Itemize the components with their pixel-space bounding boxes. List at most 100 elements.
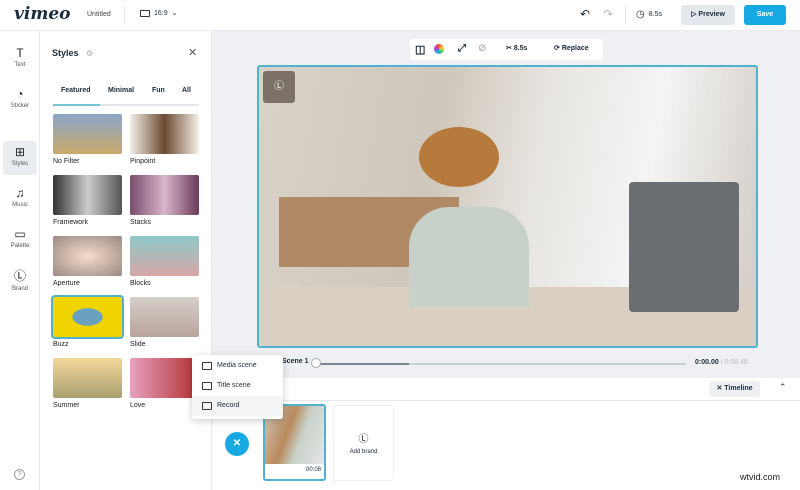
rail-item-text[interactable]: TText — [0, 46, 40, 68]
duration-button[interactable]: ◷ 8.5s — [636, 9, 662, 20]
undo-icon[interactable]: ↶ — [580, 7, 590, 21]
sticker-icon: ◔ — [0, 87, 40, 101]
divider — [124, 6, 125, 24]
title-scene-icon — [202, 382, 212, 390]
scrubber-progress — [316, 363, 409, 365]
tab-indicator — [53, 104, 100, 106]
project-title[interactable]: Untitled — [87, 11, 111, 18]
menu-label: Title scene — [217, 382, 251, 389]
camera-icon — [202, 402, 212, 410]
aspect-ratio-select[interactable]: 16:9 ⌄ — [140, 9, 178, 17]
vimeo-logo[interactable]: vimeo — [14, 4, 70, 24]
rail-label: Palette — [11, 243, 30, 249]
save-button[interactable]: Save — [744, 5, 786, 25]
style-label: Framework — [53, 219, 88, 226]
close-icon[interactable]: ✕ — [188, 46, 197, 59]
menu-item-media-scene[interactable]: Media scene — [192, 356, 283, 376]
style-thumbnail[interactable] — [130, 175, 199, 215]
info-icon[interactable]: ⚙ — [86, 49, 93, 58]
hair-shape — [419, 127, 499, 187]
aspect-value: 16:9 — [154, 10, 168, 17]
menu-label: Media scene — [217, 362, 257, 369]
duration-value: 8.5s — [649, 11, 662, 18]
tab-all[interactable]: All — [182, 87, 191, 94]
style-thumbnail[interactable] — [53, 358, 122, 398]
watermark: wtvid.com — [740, 472, 780, 482]
rail-label: Sticker — [11, 103, 29, 109]
rail-item-styles[interactable]: ⊞ Styles — [3, 141, 37, 175]
replace-label: Replace — [562, 45, 589, 52]
expand-icon[interactable]: ⤢ — [458, 43, 466, 54]
layout-icon[interactable]: ◫ — [415, 43, 425, 56]
tab-minimal[interactable]: Minimal — [108, 87, 134, 94]
rail-item-brand[interactable]: Ⓛ Brand — [0, 267, 40, 292]
tab-fun[interactable]: Fun — [152, 87, 165, 94]
clip-duration: 00:08 — [265, 464, 324, 473]
close-add-menu-button[interactable]: ✕ — [225, 432, 249, 456]
add-brand-card[interactable]: Ⓛ Add brand — [333, 405, 394, 481]
preview-button[interactable]: ▷ Preview — [681, 5, 735, 25]
style-label: Love — [130, 402, 145, 409]
help-icon[interactable]: ? — [14, 469, 25, 480]
brand-icon: Ⓛ — [0, 267, 40, 284]
mute-icon[interactable]: ⊘ — [478, 43, 486, 54]
divider — [212, 400, 800, 401]
palette-icon: ▭ — [0, 227, 40, 241]
add-brand-label: Add brand — [334, 449, 393, 455]
style-thumbnail[interactable] — [53, 114, 122, 154]
tab-featured[interactable]: Featured — [61, 87, 91, 94]
preview-label: Preview — [698, 11, 724, 18]
rail-item-palette[interactable]: ▭ Palette — [0, 227, 40, 249]
style-thumbnail[interactable] — [130, 236, 199, 276]
style-thumbnail[interactable] — [130, 358, 199, 398]
style-label: Pinpoint — [130, 158, 155, 165]
style-label: Summer — [53, 402, 79, 409]
style-thumbnail[interactable] — [53, 297, 122, 337]
rail-item-sticker[interactable]: ◔ Sticker — [0, 87, 40, 109]
brand-icon: Ⓛ — [334, 430, 393, 445]
rail-label: Styles — [12, 161, 28, 167]
rail-label: Brand — [12, 286, 28, 292]
music-icon: ♫ — [0, 186, 40, 200]
trim-button[interactable]: ✂ 8.5s — [506, 44, 527, 52]
replace-button[interactable]: ⟳ Replace — [554, 44, 589, 52]
style-thumbnail[interactable] — [53, 236, 122, 276]
style-label: Blocks — [130, 280, 151, 287]
refresh-icon: ⟳ — [554, 45, 562, 52]
scissors-icon: ✂ — [506, 45, 514, 52]
timeline-toggle-button[interactable]: ✕ Timeline — [709, 381, 760, 397]
person-shape — [409, 207, 529, 307]
divider — [625, 6, 626, 24]
style-thumbnail[interactable] — [130, 114, 199, 154]
menu-item-record[interactable]: Record — [192, 396, 283, 416]
brand-logo-placeholder[interactable]: Ⓛ — [263, 71, 295, 103]
style-label: Stacks — [130, 219, 151, 226]
scrubber-track[interactable] — [316, 363, 686, 365]
scene-label: Scene 1 — [282, 358, 308, 365]
top-bar: vimeo Untitled 16:9 ⌄ ↶ ↷ ◷ 8.5s ▷ Previ… — [0, 0, 800, 31]
rail-label: Text — [14, 62, 25, 68]
style-label: Buzz — [53, 341, 69, 348]
video-preview[interactable]: Ⓛ — [257, 65, 758, 348]
screen-icon — [140, 10, 150, 17]
color-icon[interactable] — [434, 44, 444, 54]
chevron-up-icon[interactable]: ⌃ — [779, 382, 787, 393]
style-thumbnail[interactable] — [53, 175, 122, 215]
style-label: No Filter — [53, 158, 79, 165]
media-scene-icon — [202, 362, 212, 370]
menu-label: Record — [217, 402, 240, 409]
styles-icon: ⊞ — [3, 145, 37, 159]
left-rail: TText ◔ Sticker ⊞ Styles ♫ Music ▭ Palette Ⓛ… — [0, 31, 40, 490]
trim-value: 8.5s — [514, 45, 528, 52]
rail-label: Music — [12, 202, 28, 208]
clock-icon: ◷ — [636, 9, 645, 20]
current-time: 0:00.00 — [695, 359, 719, 366]
style-thumbnail[interactable] — [130, 297, 199, 337]
time-readout: 0:00.00 / 0:08.46 — [695, 359, 748, 366]
menu-item-title-scene[interactable]: Title scene — [192, 376, 283, 396]
timeline-panel: ✕ Timeline ⌃ ✕ 00:08 Ⓛ Add brand wtvid.c… — [212, 378, 800, 490]
scrubber-handle[interactable] — [311, 358, 321, 368]
redo-icon[interactable]: ↷ — [603, 7, 613, 21]
rail-item-music[interactable]: ♫ Music — [0, 186, 40, 208]
style-label: Aperture — [53, 280, 80, 287]
